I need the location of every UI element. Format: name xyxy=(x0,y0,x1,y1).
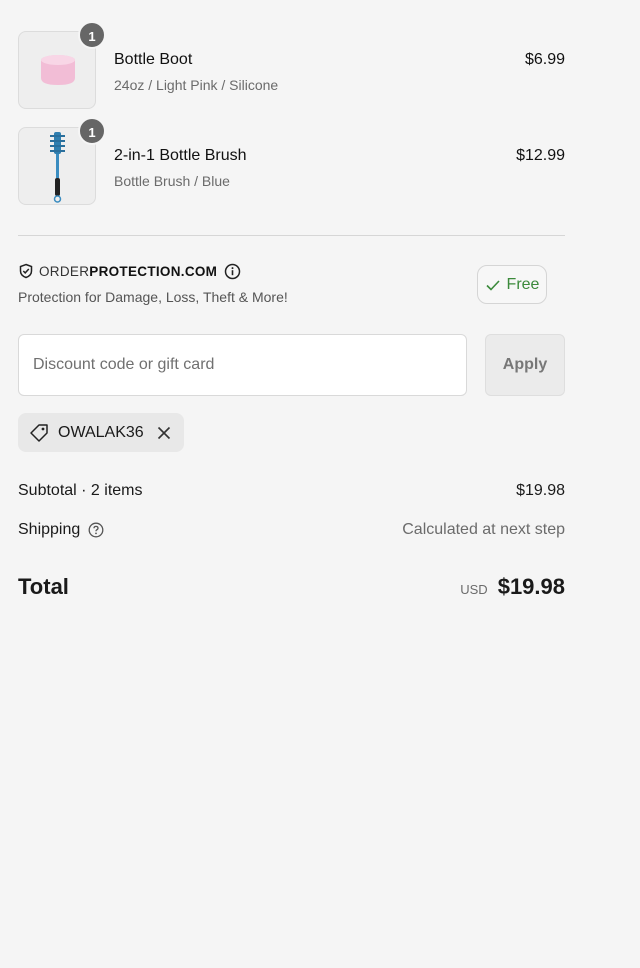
order-protection-row: ORDER PROTECTION.COM Protection for Damag… xyxy=(18,258,565,318)
discount-code-label: OWALAK36 xyxy=(58,423,144,441)
shield-check-icon xyxy=(19,263,33,279)
order-protection-description: Protection for Damage, Loss, Theft & Mor… xyxy=(18,289,288,305)
product-variant: Bottle Brush / Blue xyxy=(114,173,230,189)
tag-icon xyxy=(30,423,48,442)
apply-discount-button[interactable]: Apply xyxy=(485,334,565,396)
total-amount: $19.98 xyxy=(497,574,565,599)
discount-code-input[interactable] xyxy=(18,334,467,396)
remove-discount-button[interactable] xyxy=(156,425,172,441)
logo-text-bold: PROTECTION.COM xyxy=(89,263,218,279)
product-title: Bottle Boot xyxy=(114,51,193,68)
total-label: Total xyxy=(18,574,69,599)
help-icon[interactable] xyxy=(88,522,104,538)
currency-code: USD xyxy=(460,582,488,597)
product-price: $6.99 xyxy=(524,51,565,68)
subtotal-value: $19.98 xyxy=(516,482,565,499)
product-variant: 24oz / Light Pink / Silicone xyxy=(114,77,279,93)
subtotal-label: Subtotal · 2 items xyxy=(18,482,143,499)
product-price: $12.99 xyxy=(516,147,565,164)
total-value-group: USD $19.98 xyxy=(460,574,565,600)
close-icon xyxy=(157,426,171,439)
order-protection-toggle[interactable]: Free xyxy=(477,265,547,304)
info-icon[interactable] xyxy=(224,263,241,280)
toggle-label: Free xyxy=(506,275,540,293)
line-item: 1 Bottle Boot 24oz / Light Pink / Silico… xyxy=(18,21,565,111)
divider xyxy=(18,235,565,236)
logo-text-light: ORDER xyxy=(39,263,90,279)
applied-discount-tag: OWALAK36 xyxy=(18,413,184,452)
order-protection-logo: ORDER PROTECTION.COM xyxy=(18,262,241,280)
quantity-badge: 1 xyxy=(78,21,106,49)
product-title: 2-in-1 Bottle Brush xyxy=(114,147,247,164)
check-icon xyxy=(485,279,500,291)
shipping-label: Shipping xyxy=(18,521,81,538)
line-item: 1 2-in-1 Bottle Brush Bottle Brush / Blu… xyxy=(18,117,565,207)
shipping-value: Calculated at next step xyxy=(402,521,565,538)
quantity-badge: 1 xyxy=(78,117,106,145)
